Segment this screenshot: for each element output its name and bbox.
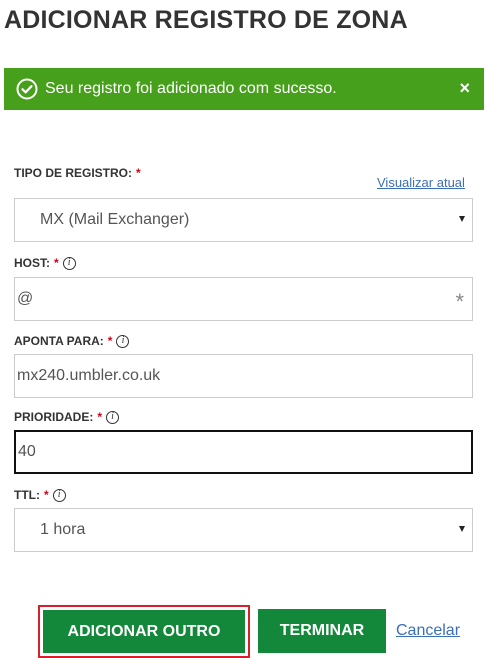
view-current-link[interactable]: Visualizar atual bbox=[377, 175, 465, 190]
add-another-button[interactable]: ADICIONAR OUTRO bbox=[43, 610, 245, 653]
alert-message: Seu registro foi adicionado com sucesso. bbox=[45, 80, 337, 97]
record-type-label: TIPO DE REGISTRO: * bbox=[14, 166, 141, 180]
asterisk-icon: * bbox=[455, 289, 464, 314]
info-icon[interactable]: i bbox=[52, 488, 66, 502]
chevron-down-icon bbox=[459, 526, 465, 532]
host-label-text: HOST: bbox=[14, 256, 50, 270]
page-title: ADICIONAR REGISTRO DE ZONA bbox=[4, 6, 408, 34]
required-mark: * bbox=[44, 488, 49, 502]
record-type-label-text: TIPO DE REGISTRO: bbox=[14, 166, 133, 180]
required-mark: * bbox=[54, 256, 59, 270]
required-mark: * bbox=[136, 166, 141, 180]
info-icon[interactable]: i bbox=[106, 410, 120, 424]
finish-button[interactable]: TERMINAR bbox=[258, 609, 386, 653]
points-to-input[interactable]: mx240.umbler.co.uk bbox=[14, 354, 473, 398]
priority-value: 40 bbox=[18, 443, 36, 460]
ttl-label-text: TTL: bbox=[14, 488, 40, 502]
points-to-label: APONTA PARA: * i bbox=[14, 334, 130, 348]
record-type-value: MX (Mail Exchanger) bbox=[40, 211, 190, 228]
add-another-focus-ring: ADICIONAR OUTRO bbox=[38, 605, 250, 658]
host-value: @ bbox=[17, 290, 34, 307]
ttl-value: 1 hora bbox=[40, 521, 86, 538]
points-to-value: mx240.umbler.co.uk bbox=[17, 367, 161, 384]
host-label: HOST: * i bbox=[14, 256, 76, 270]
required-mark: * bbox=[97, 410, 103, 424]
chevron-down-icon bbox=[459, 216, 465, 222]
success-alert: Seu registro foi adicionado com sucesso.… bbox=[4, 68, 484, 110]
ttl-label: TTL: * i bbox=[14, 488, 66, 502]
cancel-link[interactable]: Cancelar bbox=[396, 622, 460, 640]
check-circle-icon bbox=[16, 78, 38, 100]
priority-input[interactable]: 40 bbox=[14, 430, 473, 474]
host-input[interactable]: @ * bbox=[14, 277, 473, 321]
priority-label: PRIORIDADE: * i bbox=[14, 410, 120, 424]
info-icon[interactable]: i bbox=[116, 334, 130, 348]
record-type-select[interactable]: MX (Mail Exchanger) bbox=[14, 198, 473, 242]
ttl-select[interactable]: 1 hora bbox=[14, 508, 473, 552]
priority-label-text: PRIORIDADE: bbox=[14, 410, 94, 424]
info-icon[interactable]: i bbox=[62, 256, 76, 270]
close-icon[interactable]: × bbox=[459, 78, 470, 99]
required-mark: * bbox=[107, 334, 113, 348]
points-to-label-text: APONTA PARA: bbox=[14, 334, 104, 348]
